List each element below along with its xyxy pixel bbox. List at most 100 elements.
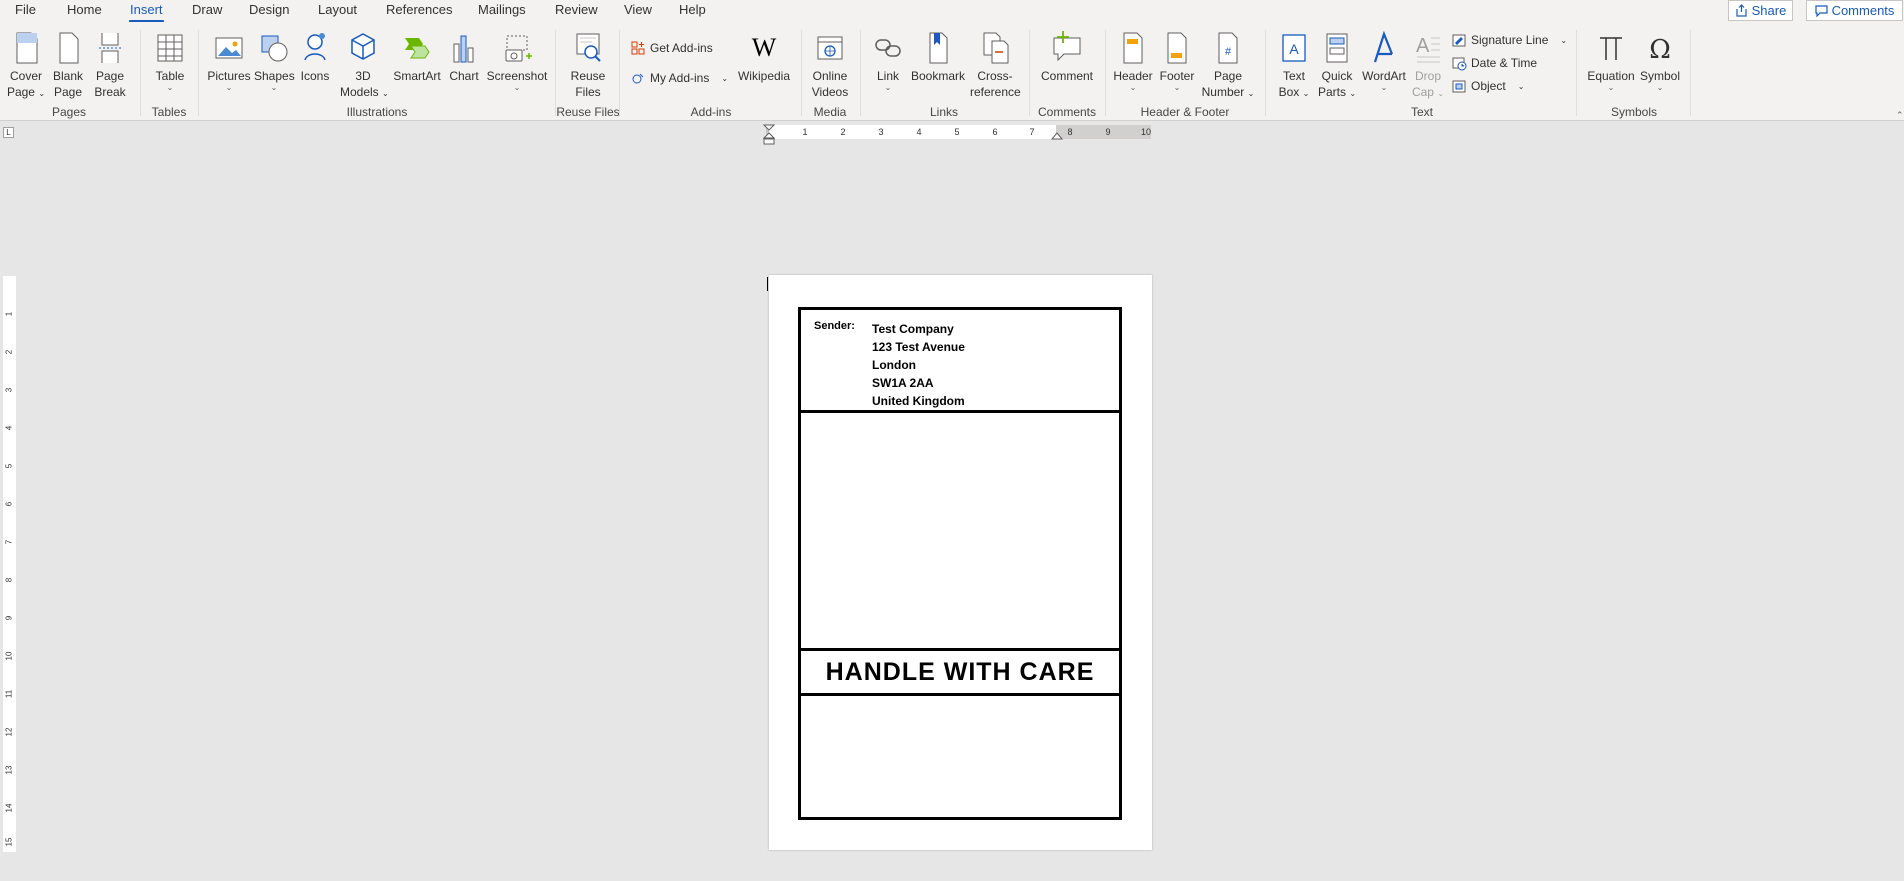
ruler-number: 5 [954, 127, 960, 137]
link-button[interactable]: Link ⌄ [870, 30, 906, 92]
footer-button[interactable]: Footer ⌄ [1157, 30, 1197, 92]
ruler-number: 5 [4, 463, 14, 469]
icons-icon [304, 33, 326, 61]
icons-button[interactable]: Icons [298, 30, 332, 84]
group-divider [140, 30, 141, 116]
quick-parts-button[interactable]: Quick Parts ⌄ [1316, 30, 1358, 102]
ruler-number: 14 [4, 803, 14, 813]
ruler-number: 13 [4, 765, 14, 775]
cover-page-button[interactable]: Cover Page ⌄ [6, 30, 46, 102]
group-label-links: Links [929, 105, 959, 119]
vertical-ruler[interactable]: 1 2 3 4 5 6 7 8 9 10 11 12 13 14 15 [3, 276, 16, 852]
wordart-button[interactable]: WordArt ⌄ [1360, 30, 1408, 92]
header-icon [1123, 32, 1143, 64]
tab-layout[interactable]: Layout [318, 2, 357, 17]
tab-help[interactable]: Help [679, 2, 706, 17]
handle-with-care-section[interactable]: HANDLE WITH CARE [801, 648, 1119, 696]
group-divider [801, 30, 802, 116]
online-videos-button[interactable]: Online Videos [809, 30, 851, 100]
online-video-icon [817, 36, 843, 60]
group-label-comments: Comments [1037, 105, 1097, 119]
group-label-addins: Add-ins [690, 105, 732, 119]
footer-icon [1167, 32, 1187, 64]
bookmark-button[interactable]: Bookmark [910, 30, 966, 84]
page-number-button[interactable]: # Page Number ⌄ [1201, 30, 1255, 102]
equation-button[interactable]: Equation ⌄ [1586, 30, 1636, 92]
tab-home[interactable]: Home [67, 2, 102, 17]
group-label-tables: Tables [151, 105, 187, 119]
tab-draw[interactable]: Draw [192, 2, 222, 17]
group-divider [1690, 30, 1691, 116]
tab-view[interactable]: View [624, 2, 652, 17]
pictures-icon [215, 37, 243, 59]
sender-line-postcode: SW1A 2AA [872, 376, 934, 390]
shapes-button[interactable]: Shapes ⌄ [254, 30, 295, 92]
get-addins-button[interactable]: Get Add-ins [631, 38, 713, 58]
share-label: Share [1751, 3, 1787, 18]
sender-line-city: London [872, 358, 916, 372]
smartart-button[interactable]: SmartArt [392, 30, 442, 84]
share-button[interactable]: Share [1728, 0, 1793, 21]
ruler-number: 2 [840, 127, 846, 137]
chevron-down-icon: ⌄ [721, 73, 729, 83]
sender-section[interactable]: Sender: Test Company 123 Test Avenue Lon… [801, 310, 1119, 413]
new-comment-button[interactable]: Comment [1037, 30, 1097, 84]
group-label-reuse-files: Reuse Files [556, 105, 620, 119]
cube-3d-icon [351, 33, 375, 60]
sender-address: Test Company 123 Test Avenue London SW1A… [872, 320, 965, 410]
signature-line-button[interactable]: Signature Line ⌄ [1452, 30, 1567, 50]
svg-text:A: A [1289, 41, 1299, 57]
tab-file[interactable]: File [15, 2, 36, 17]
right-indent-marker-icon[interactable] [1051, 131, 1063, 140]
smartart-icon [405, 38, 430, 59]
sender-line-street: 123 Test Avenue [872, 340, 965, 354]
chart-button[interactable]: Chart [448, 30, 480, 84]
reuse-files-button[interactable]: Reuse Files [567, 30, 609, 100]
ruler-number: 8 [1067, 127, 1073, 137]
symbol-button[interactable]: Ω Symbol ⌄ [1638, 30, 1682, 92]
page-break-button[interactable]: Page Break [92, 30, 128, 100]
object-button[interactable]: Object ⌄ [1452, 76, 1524, 96]
object-icon [1452, 80, 1466, 92]
comments-label: Comments [1831, 3, 1895, 18]
comments-button[interactable]: Comments [1806, 0, 1903, 21]
tab-mailings[interactable]: Mailings [478, 2, 526, 17]
ruler-number: 7 [1029, 127, 1035, 137]
group-divider [1029, 30, 1030, 116]
table-button[interactable]: Table ⌄ [152, 30, 188, 92]
wordart-icon [1373, 30, 1394, 63]
link-icon [875, 39, 901, 57]
cross-reference-button[interactable]: Cross- reference [970, 30, 1021, 100]
share-icon [1736, 4, 1747, 17]
comment-bubble-icon [1814, 5, 1828, 17]
ruler-number: 1 [4, 311, 14, 317]
tab-design[interactable]: Design [249, 2, 289, 17]
tab-insert[interactable]: Insert [129, 2, 164, 23]
blank-page-button[interactable]: Blank Page [50, 30, 86, 100]
text-box-button[interactable]: A Text Box ⌄ [1274, 30, 1314, 102]
calendar-clock-icon [1452, 57, 1467, 70]
table-icon [157, 34, 183, 62]
pictures-button[interactable]: Pictures ⌄ [207, 30, 251, 92]
3d-models-button[interactable]: 3D Models ⌄ [340, 30, 389, 102]
wikipedia-button[interactable]: W Wikipedia [736, 30, 792, 84]
tab-review[interactable]: Review [555, 2, 598, 17]
my-addins-button[interactable]: My Add-ins ⌄ [631, 68, 728, 88]
ruler-margin-right: 8 9 10 [1056, 125, 1151, 139]
indent-marker-icon[interactable] [763, 124, 775, 146]
quick-parts-icon [1326, 33, 1348, 63]
date-time-button[interactable]: Date & Time [1452, 53, 1537, 73]
ruler-number: 7 [4, 539, 14, 545]
screenshot-button[interactable]: Screenshot ⌄ [486, 30, 548, 92]
drop-cap-button[interactable]: A Drop Cap ⌄ [1410, 30, 1446, 102]
chart-icon [453, 35, 474, 63]
header-button[interactable]: Header ⌄ [1113, 30, 1153, 92]
tab-references[interactable]: References [386, 2, 452, 17]
ribbon: Cover Page ⌄ Blank Page Page Break Pages… [0, 22, 1904, 121]
group-divider [1105, 30, 1106, 116]
group-label-pages: Pages [51, 105, 87, 119]
ruler-number: 15 [4, 837, 14, 847]
tab-selector-icon[interactable]: L [3, 127, 14, 138]
collapse-ribbon-icon[interactable]: ⌃ [1896, 110, 1904, 121]
shipping-label[interactable]: Sender: Test Company 123 Test Avenue Lon… [798, 307, 1122, 820]
